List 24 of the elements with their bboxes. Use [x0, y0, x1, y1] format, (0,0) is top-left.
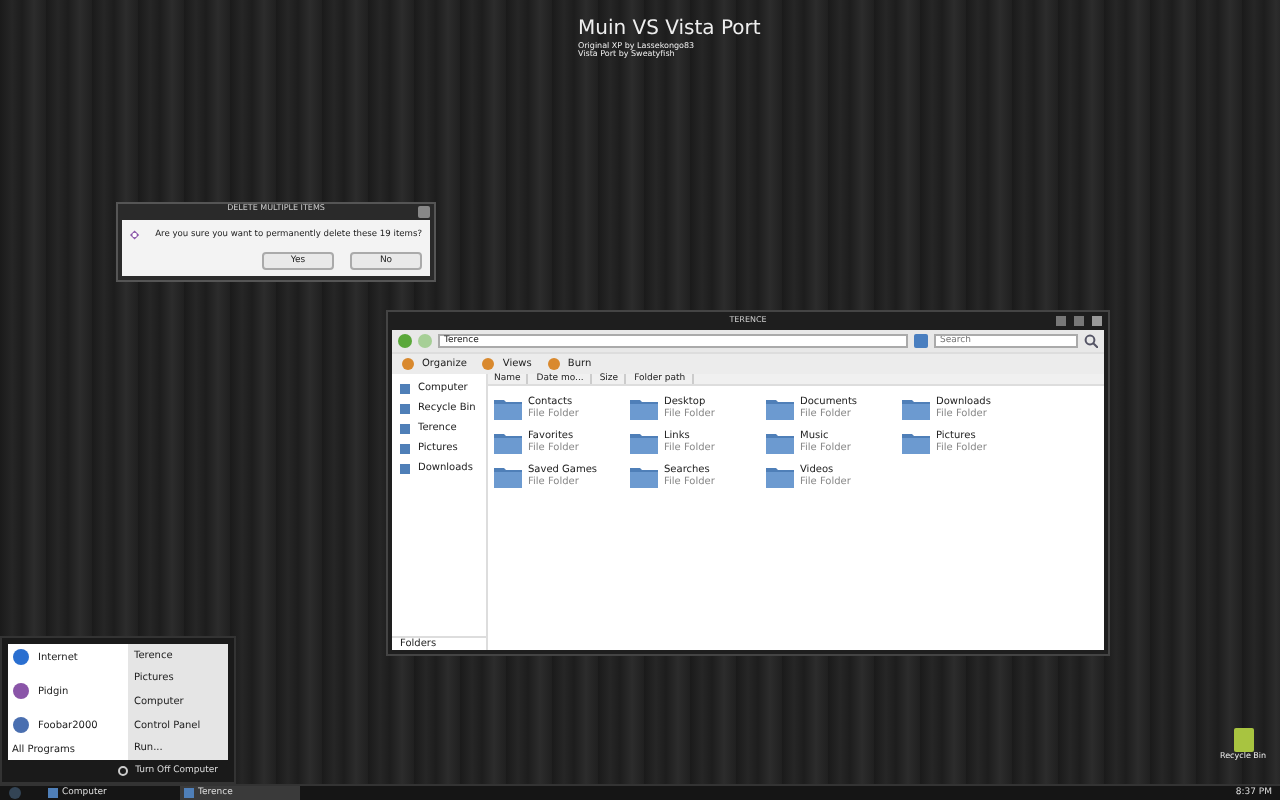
- folder-icon: [494, 465, 522, 488]
- window-icon: [184, 788, 194, 798]
- folder-icon: [902, 397, 930, 420]
- toolbar-icon: [402, 358, 414, 370]
- recycle-bin-icon[interactable]: [1231, 724, 1256, 752]
- close-icon[interactable]: [418, 206, 430, 218]
- toolbar-icon: [482, 358, 495, 370]
- folder-icon: [494, 397, 522, 420]
- folder-icon: [630, 431, 658, 454]
- folder-icon: [630, 465, 658, 488]
- folder-icon: [630, 397, 658, 420]
- minimize-icon[interactable]: [1056, 316, 1066, 326]
- start-orb-icon[interactable]: [8, 786, 22, 800]
- folder-icon: [766, 465, 794, 488]
- power-icon[interactable]: [117, 766, 128, 777]
- wallpaper-title: Muin VS Vista Port: [578, 18, 761, 42]
- search-icon[interactable]: [1084, 334, 1098, 348]
- folder-icon: [902, 431, 930, 454]
- maximize-icon[interactable]: [1074, 316, 1084, 326]
- window-icon: [48, 788, 58, 798]
- folder-icon: [494, 431, 522, 454]
- toolbar-icon: [547, 358, 560, 370]
- folder-icon: [766, 397, 794, 420]
- folder-icon: [766, 431, 794, 454]
